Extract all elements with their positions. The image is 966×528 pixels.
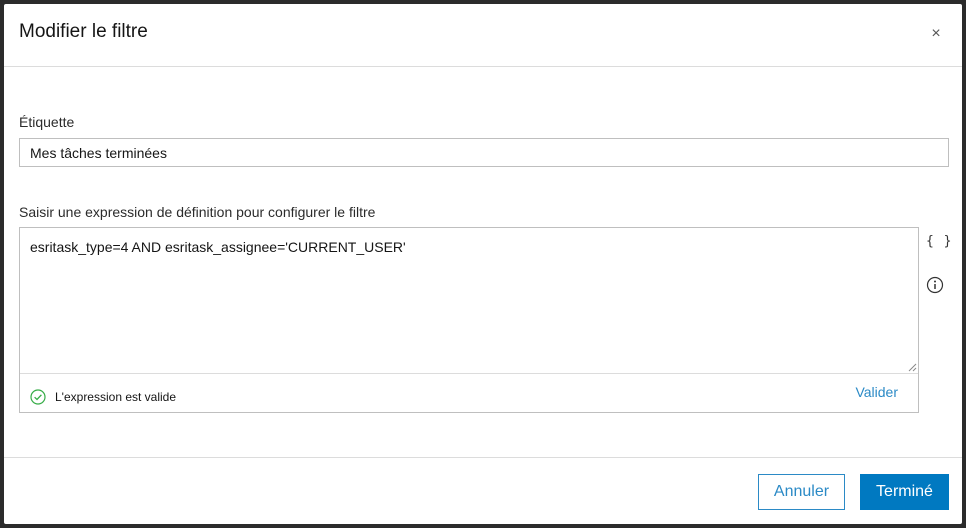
done-button[interactable]: Terminé <box>860 474 949 510</box>
validation-status-text: L'expression est valide <box>55 390 177 404</box>
label-input[interactable] <box>19 138 949 167</box>
cancel-button[interactable]: Annuler <box>758 474 845 510</box>
edit-filter-dialog: Modifier le filtre × Étiquette Saisir un… <box>4 4 962 524</box>
dialog-footer: Annuler Terminé <box>4 457 962 525</box>
info-icon[interactable] <box>926 276 944 294</box>
close-icon: × <box>931 25 941 42</box>
braces-icon[interactable]: { } <box>926 234 952 249</box>
resize-grip-icon[interactable] <box>907 362 917 372</box>
expression-editor: esritask_type=4 AND esritask_assignee='C… <box>19 227 919 413</box>
check-circle-icon <box>30 389 46 405</box>
validation-status: L'expression est valide <box>30 388 176 406</box>
expression-label: Saisir une expression de définition pour… <box>19 204 376 220</box>
close-button[interactable]: × <box>926 24 946 44</box>
dialog-title: Modifier le filtre <box>19 21 148 42</box>
label-field-label: Étiquette <box>19 114 75 130</box>
expression-textarea[interactable]: esritask_type=4 AND esritask_assignee='C… <box>20 228 918 374</box>
validate-button[interactable]: Valider <box>855 384 898 400</box>
dialog-header: Modifier le filtre × <box>4 4 962 67</box>
